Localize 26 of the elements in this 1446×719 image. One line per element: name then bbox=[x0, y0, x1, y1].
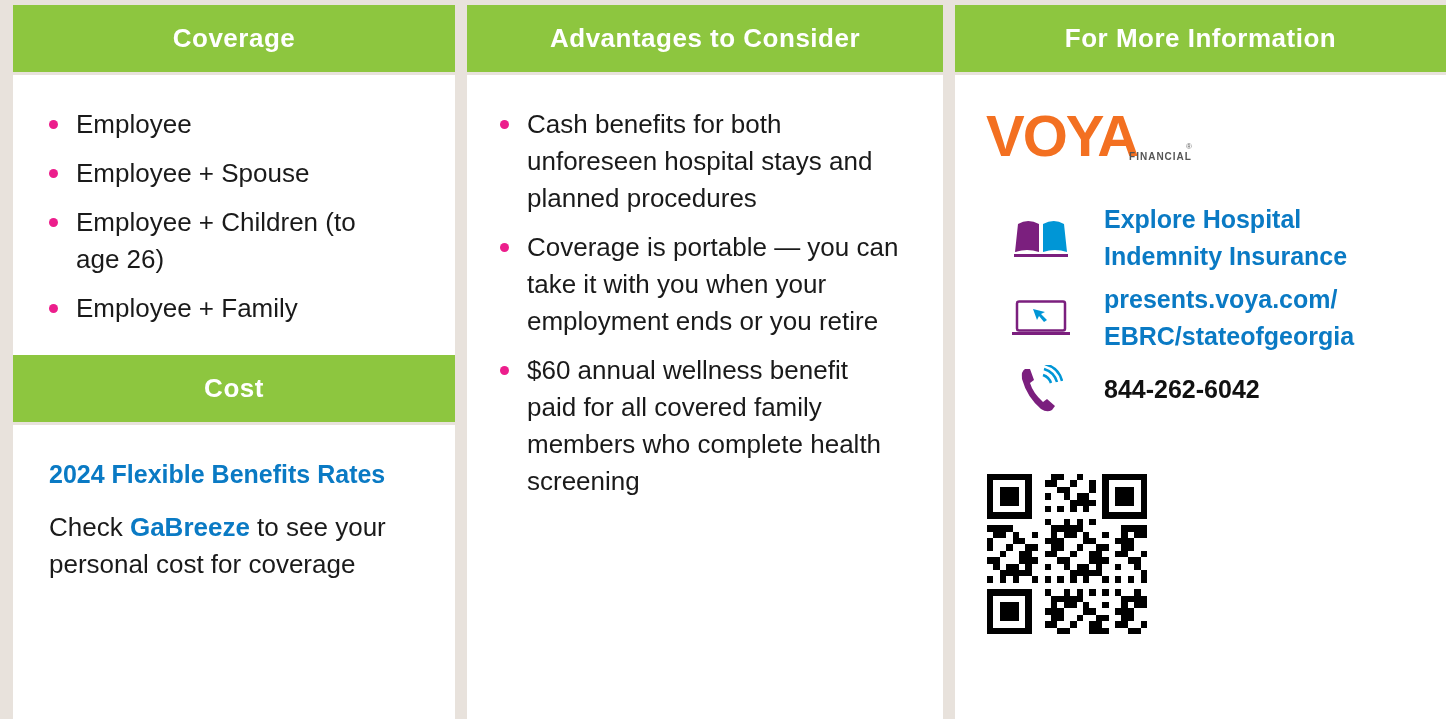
info-link[interactable]: presents.voya.com/ EBRC/stateofgeorgia bbox=[1104, 281, 1404, 355]
section-header: Coverage bbox=[13, 5, 455, 75]
bullet-icon bbox=[49, 218, 58, 227]
phone-number: 844-262-6042 bbox=[1104, 374, 1260, 405]
list-item-text: Employee bbox=[76, 108, 193, 141]
list-item-text: Cash benefits for both unforeseen hospital stays and planned procedures bbox=[527, 108, 874, 215]
laptop-icon bbox=[1012, 300, 1070, 336]
bullet-icon bbox=[500, 243, 509, 252]
bullet-icon bbox=[500, 120, 509, 129]
section-header: Advantages to Consider bbox=[467, 5, 943, 75]
cost-note: Check GaBreeze to see your personal cost for coverage bbox=[49, 511, 387, 581]
bullet-icon bbox=[49, 304, 58, 313]
section-header: Cost bbox=[13, 355, 455, 425]
bullet-icon bbox=[49, 120, 58, 129]
bullet-icon bbox=[500, 366, 509, 375]
logo: VOYA ® FINANCIAL bbox=[986, 102, 1193, 165]
list-item-text: Coverage is portable — you can take it with you when your employment ends or you retire bbox=[527, 231, 900, 338]
rates-link[interactable]: 2024 Flexible Benefits Rates bbox=[49, 456, 441, 493]
list-item-text: Employee + Children (to age 26) bbox=[76, 206, 357, 276]
bullet-icon bbox=[49, 169, 58, 178]
list-item-text: Employee + Spouse bbox=[76, 157, 311, 190]
book-icon bbox=[1013, 218, 1069, 258]
list-item-text: $60 annual wellness benefit paid for all covered family members who complete health screening bbox=[527, 354, 883, 498]
section-header: For More Information bbox=[955, 5, 1446, 75]
list-item-text: Employee + Family bbox=[76, 292, 299, 325]
gabreeze-link[interactable]: GaBreeze bbox=[129, 512, 250, 542]
